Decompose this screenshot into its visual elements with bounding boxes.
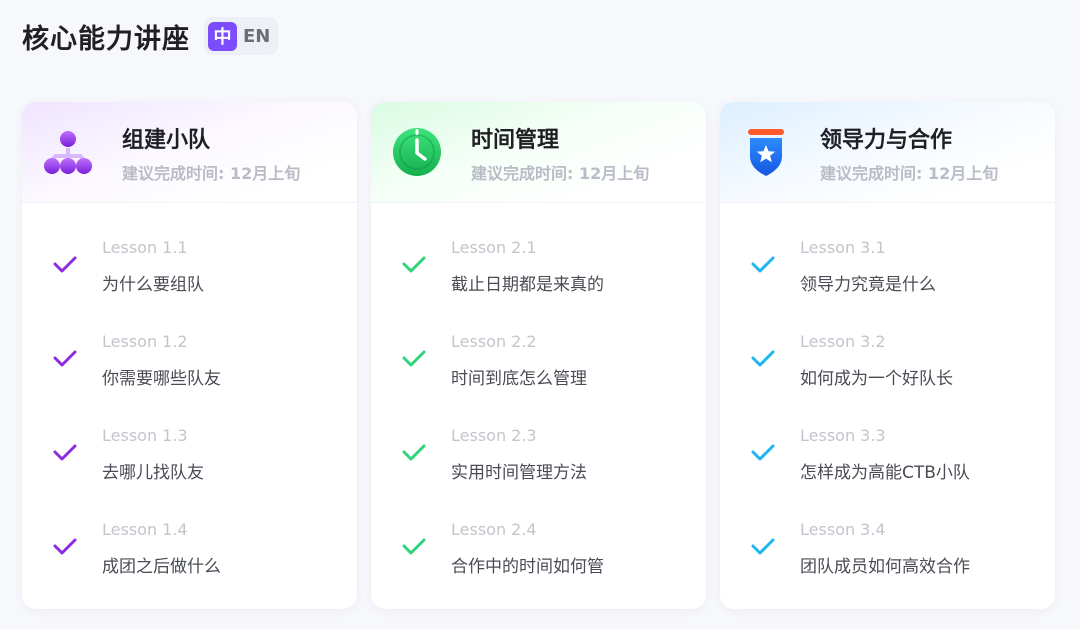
page-header: 核心能力讲座 中 EN xyxy=(22,14,279,58)
course-card-leadership[interactable]: 领导力与合作 建议完成时间: 12月上旬 Lesson 3.1 领导力究竟是什么… xyxy=(720,102,1055,609)
card-deadline: 建议完成时间: 12月上旬 xyxy=(820,164,999,183)
check-icon xyxy=(53,256,77,273)
lesson-title: 如何成为一个好队长 xyxy=(800,369,953,389)
course-cards: 组建小队 建议完成时间: 12月上旬 Lesson 1.1 为什么要组队 Les… xyxy=(22,102,1055,609)
lesson-title: 你需要哪些队友 xyxy=(102,369,221,389)
card-deadline: 建议完成时间: 12月上旬 xyxy=(122,164,301,183)
team-hierarchy-icon xyxy=(44,131,92,174)
lesson-number: Lesson 2.3 xyxy=(451,426,537,445)
lesson-number: Lesson 2.4 xyxy=(451,520,537,539)
check-icon xyxy=(53,538,77,555)
check-icon xyxy=(53,444,77,461)
lesson-title: 去哪儿找队友 xyxy=(102,463,204,483)
check-icon xyxy=(751,538,775,555)
lesson-number: Lesson 3.2 xyxy=(800,332,886,351)
lang-zh-option[interactable]: 中 xyxy=(208,21,237,51)
lesson-number: Lesson 1.2 xyxy=(102,332,188,351)
course-card-time[interactable]: 时间管理 建议完成时间: 12月上旬 Lesson 2.1 截止日期都是来真的 … xyxy=(371,102,706,609)
lesson-title: 领导力究竟是什么 xyxy=(800,275,936,295)
check-icon xyxy=(751,350,775,367)
card-deadline: 建议完成时间: 12月上旬 xyxy=(471,164,650,183)
check-icon xyxy=(402,256,426,273)
check-icon xyxy=(402,538,426,555)
lesson-item[interactable]: Lesson 1.4 成团之后做什么 xyxy=(22,516,357,609)
lesson-item[interactable]: Lesson 2.4 合作中的时间如何管 xyxy=(371,516,706,609)
lesson-title: 实用时间管理方法 xyxy=(451,463,587,483)
lesson-item[interactable]: Lesson 2.1 截止日期都是来真的 xyxy=(371,234,706,328)
course-card-team[interactable]: 组建小队 建议完成时间: 12月上旬 Lesson 1.1 为什么要组队 Les… xyxy=(22,102,357,609)
lesson-item[interactable]: Lesson 1.1 为什么要组队 xyxy=(22,234,357,328)
lesson-number: Lesson 2.1 xyxy=(451,238,537,257)
page-title: 核心能力讲座 xyxy=(22,23,190,55)
lesson-item[interactable]: Lesson 3.3 怎样成为高能CTB小队 xyxy=(720,422,1055,516)
lesson-number: Lesson 1.4 xyxy=(102,520,188,539)
lesson-title: 团队成员如何高效合作 xyxy=(800,557,970,577)
card-title: 领导力与合作 xyxy=(820,128,953,153)
check-icon xyxy=(402,444,426,461)
lesson-list: Lesson 3.1 领导力究竟是什么 Lesson 3.2 如何成为一个好队长… xyxy=(720,234,1055,609)
lesson-item[interactable]: Lesson 1.2 你需要哪些队友 xyxy=(22,328,357,422)
lesson-item[interactable]: Lesson 3.2 如何成为一个好队长 xyxy=(720,328,1055,422)
lesson-title: 合作中的时间如何管 xyxy=(451,557,604,577)
clock-icon xyxy=(393,128,441,176)
lesson-number: Lesson 3.4 xyxy=(800,520,886,539)
check-icon xyxy=(751,444,775,461)
check-icon xyxy=(751,256,775,273)
lesson-title: 时间到底怎么管理 xyxy=(451,369,587,389)
lesson-number: Lesson 1.3 xyxy=(102,426,188,445)
lesson-number: Lesson 3.3 xyxy=(800,426,886,445)
lesson-item[interactable]: Lesson 3.1 领导力究竟是什么 xyxy=(720,234,1055,328)
card-title: 时间管理 xyxy=(471,128,560,153)
star-badge-icon xyxy=(748,129,784,176)
lesson-list: Lesson 1.1 为什么要组队 Lesson 1.2 你需要哪些队友 Les… xyxy=(22,234,357,609)
lesson-item[interactable]: Lesson 2.2 时间到底怎么管理 xyxy=(371,328,706,422)
lesson-item[interactable]: Lesson 3.4 团队成员如何高效合作 xyxy=(720,516,1055,609)
card-header: 组建小队 建议完成时间: 12月上旬 xyxy=(22,102,357,203)
lesson-item[interactable]: Lesson 1.3 去哪儿找队友 xyxy=(22,422,357,516)
lang-en-option[interactable]: EN xyxy=(243,26,272,47)
lesson-title: 为什么要组队 xyxy=(102,275,204,295)
lesson-item[interactable]: Lesson 2.3 实用时间管理方法 xyxy=(371,422,706,516)
lesson-title: 截止日期都是来真的 xyxy=(451,275,604,295)
lesson-number: Lesson 2.2 xyxy=(451,332,537,351)
lesson-number: Lesson 3.1 xyxy=(800,238,886,257)
card-title: 组建小队 xyxy=(122,128,211,153)
lesson-title: 成团之后做什么 xyxy=(102,557,221,577)
check-icon xyxy=(53,350,77,367)
check-icon xyxy=(402,350,426,367)
card-header: 领导力与合作 建议完成时间: 12月上旬 xyxy=(720,102,1055,203)
lesson-number: Lesson 1.1 xyxy=(102,238,188,257)
card-header: 时间管理 建议完成时间: 12月上旬 xyxy=(371,102,706,203)
language-toggle[interactable]: 中 EN xyxy=(204,17,279,55)
lesson-list: Lesson 2.1 截止日期都是来真的 Lesson 2.2 时间到底怎么管理… xyxy=(371,234,706,609)
lesson-title: 怎样成为高能CTB小队 xyxy=(800,463,970,483)
